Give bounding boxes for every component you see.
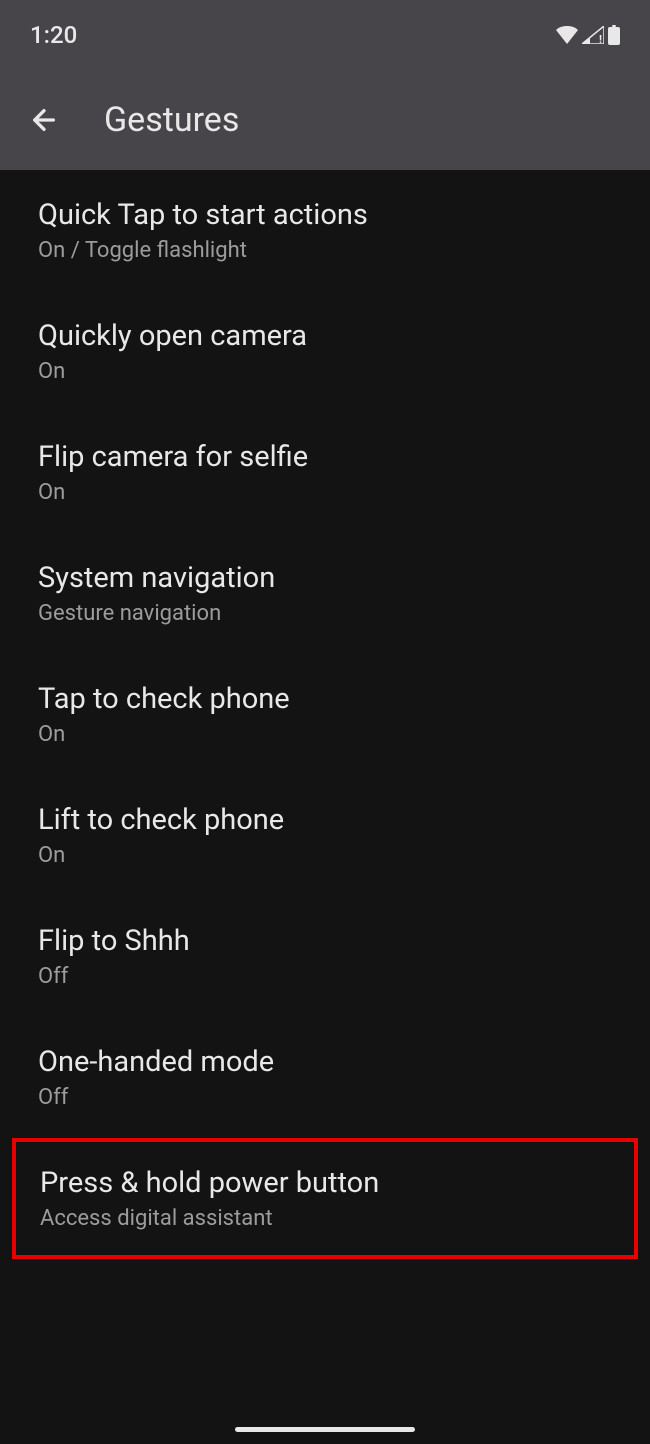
back-arrow-icon bbox=[28, 104, 60, 136]
signal-icon: ! bbox=[582, 26, 604, 44]
setting-title: One-handed mode bbox=[38, 1045, 612, 1079]
home-indicator[interactable] bbox=[235, 1427, 415, 1432]
setting-flip-camera[interactable]: Flip camera for selfie On bbox=[0, 412, 650, 533]
setting-subtitle: On bbox=[38, 359, 612, 384]
setting-title: Flip camera for selfie bbox=[38, 440, 612, 474]
setting-subtitle: Off bbox=[38, 964, 612, 989]
wifi-icon bbox=[556, 26, 578, 44]
page-title: Gestures bbox=[104, 100, 239, 140]
setting-subtitle: Gesture navigation bbox=[38, 601, 612, 626]
setting-title: Quick Tap to start actions bbox=[38, 198, 612, 232]
status-bar: 1:20 ! bbox=[0, 0, 650, 70]
settings-list: Quick Tap to start actions On / Toggle f… bbox=[0, 170, 650, 1259]
setting-subtitle: Access digital assistant bbox=[40, 1206, 610, 1231]
setting-title: Press & hold power button bbox=[40, 1166, 610, 1200]
setting-title: System navigation bbox=[38, 561, 612, 595]
status-time: 1:20 bbox=[30, 21, 77, 49]
setting-subtitle: On bbox=[38, 480, 612, 505]
setting-one-handed[interactable]: One-handed mode Off bbox=[0, 1017, 650, 1138]
header: Gestures bbox=[0, 70, 650, 170]
setting-flip-shhh[interactable]: Flip to Shhh Off bbox=[0, 896, 650, 1017]
setting-open-camera[interactable]: Quickly open camera On bbox=[0, 291, 650, 412]
setting-tap-check[interactable]: Tap to check phone On bbox=[0, 654, 650, 775]
setting-title: Flip to Shhh bbox=[38, 924, 612, 958]
battery-icon bbox=[608, 25, 620, 45]
setting-system-navigation[interactable]: System navigation Gesture navigation bbox=[0, 533, 650, 654]
setting-subtitle: On / Toggle flashlight bbox=[38, 238, 612, 263]
setting-lift-check[interactable]: Lift to check phone On bbox=[0, 775, 650, 896]
setting-power-button[interactable]: Press & hold power button Access digital… bbox=[12, 1138, 638, 1259]
back-button[interactable] bbox=[24, 100, 64, 140]
status-icons: ! bbox=[556, 25, 620, 45]
svg-text:!: ! bbox=[599, 33, 602, 44]
setting-title: Quickly open camera bbox=[38, 319, 612, 353]
setting-subtitle: Off bbox=[38, 1085, 612, 1110]
setting-title: Tap to check phone bbox=[38, 682, 612, 716]
setting-subtitle: On bbox=[38, 843, 612, 868]
setting-quick-tap[interactable]: Quick Tap to start actions On / Toggle f… bbox=[0, 170, 650, 291]
setting-title: Lift to check phone bbox=[38, 803, 612, 837]
setting-subtitle: On bbox=[38, 722, 612, 747]
